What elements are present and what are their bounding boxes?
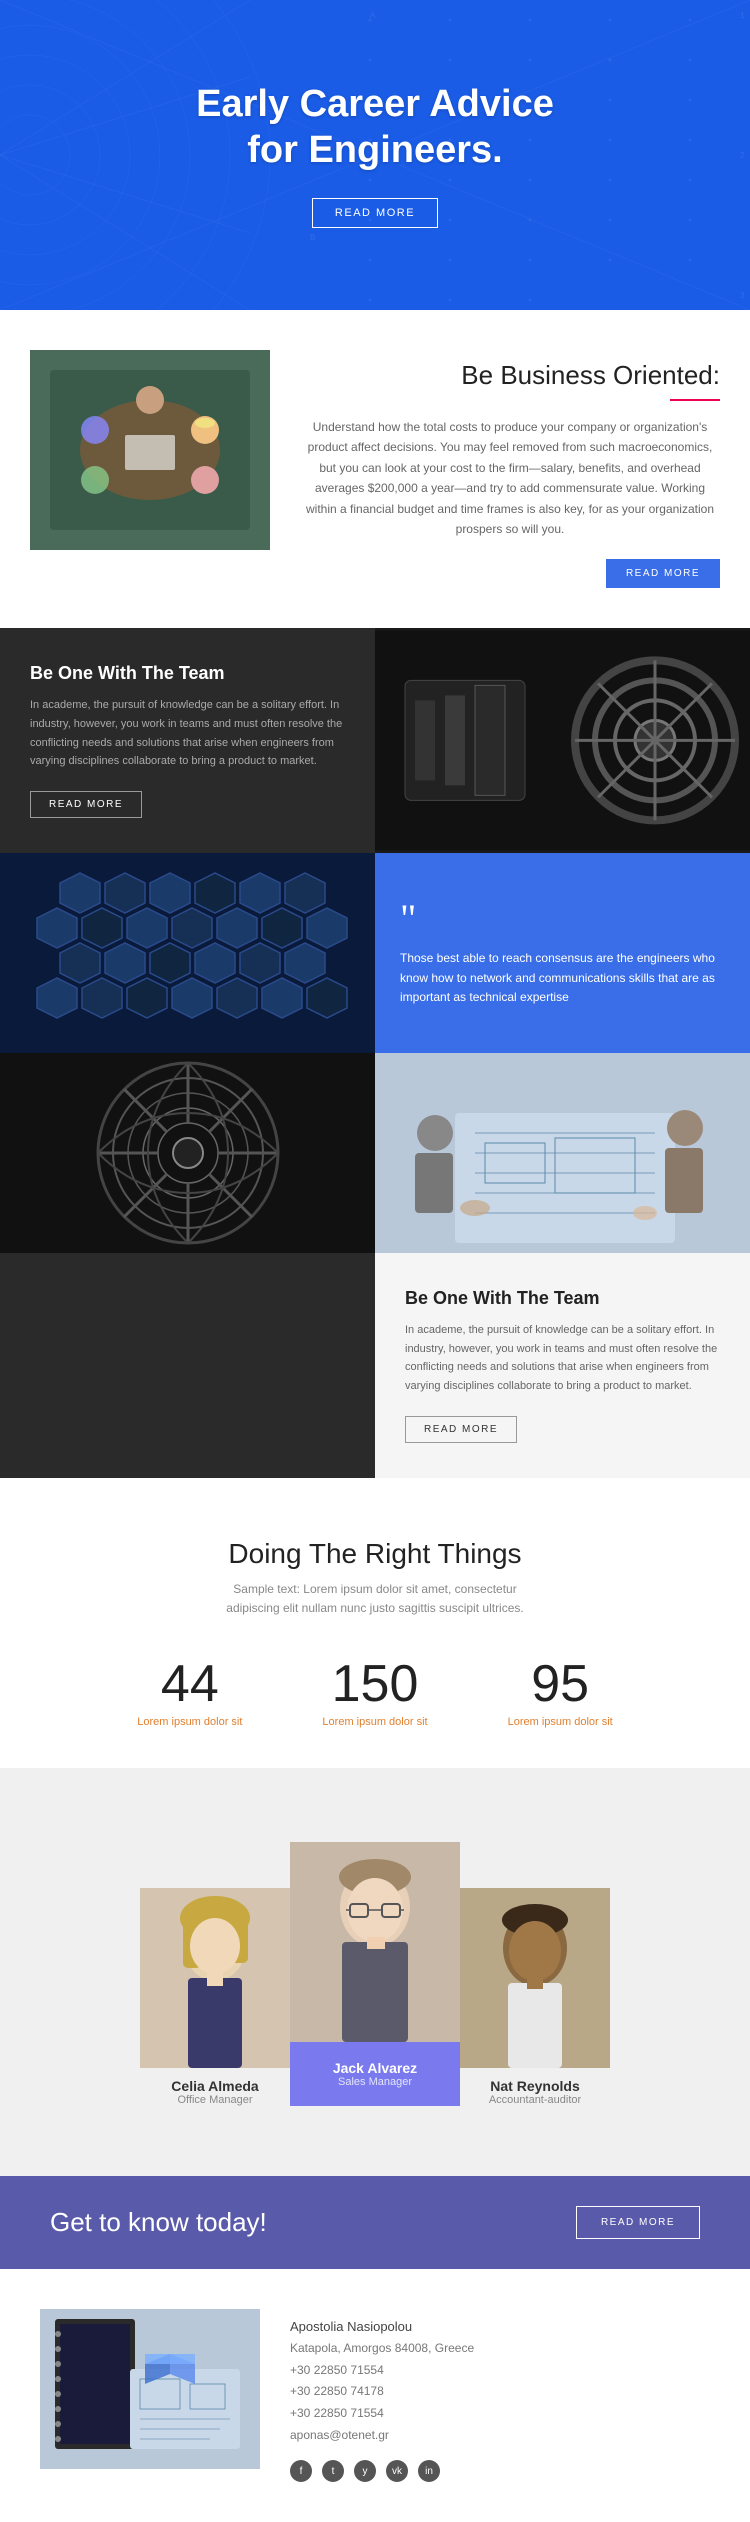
vk-icon[interactable]: vk [386,2460,408,2482]
stat-number-2: 95 [508,1658,613,1710]
facebook-icon[interactable]: f [290,2460,312,2482]
jack-name: Jack Alvarez [310,2060,440,2076]
cta-read-more-button[interactable]: READ MORE [576,2206,700,2239]
stat-item-1: 150 Lorem ipsum dolor sit [322,1658,427,1728]
quote-text: Those best able to reach consensus are t… [400,949,725,1007]
celia-name: Celia Almeda [171,2078,258,2094]
stat-number-1: 150 [322,1658,427,1710]
cta-section: Get to know today! READ MORE [0,2176,750,2269]
celia-role: Office Manager [171,2094,258,2106]
business-content: Be Business Oriented: Understand how the… [300,350,720,588]
business-read-more-button[interactable]: READ MORE [606,559,720,588]
svg-text:A: A [370,11,376,20]
footer-email: aponas@otenet.gr [290,2425,710,2447]
stat-label-1: Lorem ipsum dolor sit [322,1716,427,1728]
svg-text:B: B [310,233,315,242]
turbine-image [0,1053,375,1253]
stats-subtitle: Sample text: Lorem ipsum dolor sit amet,… [225,1580,525,1618]
engineers-image [375,1053,750,1253]
footer-phone1: +30 22850 71554 [290,2360,710,2382]
team-title-2: Be One With The Team [405,1288,720,1309]
profile-nat: Nat Reynolds Accountant-auditor [460,1888,610,2106]
nat-name: Nat Reynolds [489,2078,581,2094]
business-title: Be Business Oriented: [300,360,720,391]
business-image [30,350,270,550]
nat-role: Accountant-auditor [489,2094,581,2106]
business-divider [670,399,720,401]
stats-title: Doing The Right Things [60,1538,690,1570]
svg-text:1: 1 [740,11,745,20]
social-icons: f t y vk in [290,2460,710,2482]
hero-title: Early Career Advice for Engineers. [196,82,554,173]
footer-contact-name: Apostolia Nasiopolou [290,2319,710,2334]
footer-image [40,2309,260,2469]
footer-info: Apostolia Nasiopolou Katapola, Amorgos 8… [290,2309,710,2482]
svg-text:3: 3 [740,291,745,300]
stat-item-0: 44 Lorem ipsum dolor sit [137,1658,242,1728]
footer: Apostolia Nasiopolou Katapola, Amorgos 8… [0,2269,750,2522]
stats-section: Doing The Right Things Sample text: Lore… [0,1478,750,1768]
stat-label-0: Lorem ipsum dolor sit [137,1716,242,1728]
team-title-1: Be One With The Team [30,663,345,684]
svg-text:2: 2 [740,151,745,160]
profiles-section: Celia Almeda Office Manager [0,1768,750,2176]
team-text-box-1: Be One With The Team In academe, the pur… [0,628,375,853]
footer-phone2: +30 22850 74178 [290,2381,710,2403]
footer-phone3: +30 22850 71554 [290,2403,710,2425]
dark-team-section: Be One With The Team In academe, the pur… [0,628,750,1478]
hero-content: Early Career Advice for Engineers. READ … [196,82,554,227]
team-read-more-button-2[interactable]: READ MORE [405,1416,517,1443]
stat-number-0: 44 [137,1658,242,1710]
youtube-icon[interactable]: y [354,2460,376,2482]
profile-jack: Jack Alvarez Sales Manager [290,1842,460,2106]
jack-role: Sales Manager [310,2076,440,2088]
engine-image [375,628,750,853]
stats-row: 44 Lorem ipsum dolor sit 150 Lorem ipsum… [60,1658,690,1728]
team-body-1: In academe, the pursuit of knowledge can… [30,696,345,771]
stat-item-2: 95 Lorem ipsum dolor sit [508,1658,613,1728]
linkedin-icon[interactable]: in [418,2460,440,2482]
hero-read-more-button[interactable]: READ MORE [312,198,438,228]
stat-label-2: Lorem ipsum dolor sit [508,1716,613,1728]
footer-address: Katapola, Amorgos 84008, Greece [290,2338,710,2360]
profile-celia: Celia Almeda Office Manager [140,1888,290,2106]
team-body-2: In academe, the pursuit of knowledge can… [405,1321,720,1396]
team-text-box-2: Be One With The Team In academe, the pur… [375,1253,750,1478]
quote-box: " Those best able to reach consensus are… [375,853,750,1053]
business-body: Understand how the total costs to produc… [300,417,720,539]
twitter-icon[interactable]: t [322,2460,344,2482]
cta-title: Get to know today! [50,2207,267,2238]
hex-image [0,853,375,1053]
hero-section: A 1 2 3 B Early Career Advice for Engine… [0,0,750,310]
quote-mark: " [400,899,725,939]
team-read-more-button-1[interactable]: READ MORE [30,791,142,818]
business-section: Be Business Oriented: Understand how the… [0,310,750,628]
